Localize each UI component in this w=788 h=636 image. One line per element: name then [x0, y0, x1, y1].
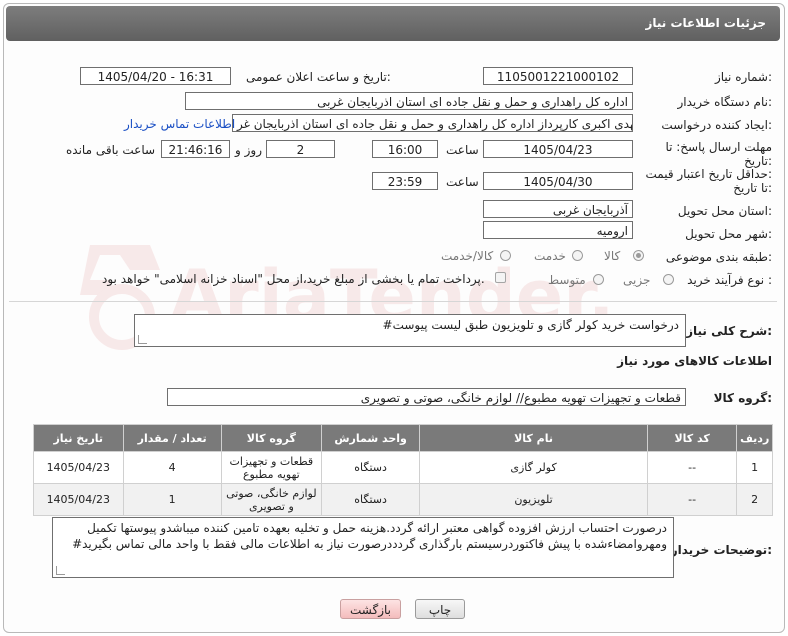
cell-name: تلویزیون [419, 483, 648, 516]
buyer-org-field: اداره کل راهداری و حمل و نقل جاده ای است… [185, 92, 633, 110]
price-deadline-label: حداقل تاریخ اعتبار قیمت: [645, 167, 772, 181]
table-row: 1405/04/23 4 قطعات و تجهیزات تهویه مطبوع… [33, 451, 773, 484]
reply-time-label: ساعت [446, 143, 479, 157]
col-name: نام کالا [419, 424, 648, 452]
requester-label: ایجاد کننده درخواست: [661, 118, 772, 132]
category-option-both: کالا/خدمت [441, 249, 494, 263]
cell-index: 1 [736, 451, 773, 484]
price-date-field: 1405/04/30 [483, 172, 633, 190]
remaining-time-field: 21:46:16 [161, 140, 230, 158]
buyer-notes-label: توضیحات خریدار: [670, 543, 772, 557]
col-index: ردیف [736, 424, 773, 452]
description-text: درخواست خرید کولر گازی و تلویزیون طبق لی… [382, 318, 679, 332]
category-option-goods: کالا [604, 249, 621, 263]
treasury-payment-note: پرداخت تمام یا بخشی از مبلغ خرید،از محل … [102, 272, 485, 286]
print-button[interactable]: چاپ [415, 599, 465, 619]
cell-qty: 4 [122, 451, 222, 484]
cell-group: قطعات و تجهیزات تهویه مطبوع [220, 451, 323, 484]
buyer-contact-link[interactable]: اطلاعات تماس خریدار [124, 117, 235, 131]
table-row: 1405/04/23 1 لوازم خانگی، صوتی و تصویری … [33, 483, 773, 516]
col-group: گروه کالا [220, 424, 323, 452]
delivery-city-label: شهر محل تحویل: [685, 227, 772, 241]
price-time-field: 23:59 [372, 172, 438, 190]
need-number-label: شماره نیاز: [714, 70, 772, 84]
price-time-label: ساعت [446, 175, 479, 189]
cell-date: 1405/04/23 [33, 483, 124, 516]
announce-datetime-label: تاریخ و ساعت اعلان عمومی: [246, 70, 391, 84]
treasury-payment-checkbox[interactable] [495, 272, 506, 283]
remaining-time-label: ساعت باقی مانده [66, 143, 156, 157]
reply-days-label: روز و [235, 143, 262, 157]
category-radio-both[interactable] [500, 250, 511, 261]
reply-deadline-label: مهلت ارسال پاسخ: تا [665, 140, 772, 154]
cell-name: کولر گازی [419, 451, 648, 484]
announce-datetime-field: 1405/04/20 - 16:31 [80, 67, 231, 85]
resize-grip-icon[interactable] [56, 566, 65, 575]
resize-grip-icon[interactable] [138, 335, 147, 344]
goods-group-field: قطعات و تجهیزات تهویه مطبوع// لوازم خانگ… [167, 388, 686, 406]
cell-code: -- [646, 483, 738, 516]
cell-index: 2 [736, 483, 773, 516]
reply-days-field: 2 [266, 140, 335, 158]
goods-group-label: گروه کالا: [713, 391, 772, 405]
cell-date: 1405/04/23 [33, 451, 124, 484]
cell-unit: دستگاه [321, 451, 421, 484]
col-unit: واحد شمارش [321, 424, 421, 452]
buyer-notes-text: درصورت احتساب ارزش افزوده گواهی معتبر ار… [72, 521, 667, 551]
purchase-type-label: نوع فرآیند خرید : [687, 273, 772, 287]
purchase-type-option-minor: جزیی [623, 273, 651, 287]
description-label: شرح کلی نیاز: [686, 324, 772, 338]
need-number-field: 1105001221000102 [483, 67, 633, 85]
delivery-city-field: ارومیه [483, 221, 633, 239]
cell-group: لوازم خانگی، صوتی و تصویری [220, 483, 323, 516]
buyer-org-label: نام دستگاه خریدار: [677, 95, 773, 109]
category-radio-service[interactable] [572, 250, 583, 261]
delivery-province-field: آذربایجان غربی [483, 200, 633, 218]
reply-time-field: 16:00 [372, 140, 438, 158]
col-date: تاریخ نیاز [33, 424, 124, 452]
description-textarea[interactable]: درخواست خرید کولر گازی و تلویزیون طبق لی… [134, 314, 686, 347]
category-radio-goods[interactable] [633, 250, 644, 261]
category-label: طبقه بندی موضوعی: [665, 250, 772, 264]
purchase-type-radio-minor[interactable] [663, 274, 674, 285]
delivery-province-label: استان محل تحویل: [677, 204, 772, 218]
page-header: جزئیات اطلاعات نیاز [6, 6, 780, 41]
col-qty: تعداد / مقدار [122, 424, 222, 452]
requester-field: مهدی اکبری کارپرداز اداره کل راهداری و ح… [232, 114, 633, 132]
cell-qty: 1 [122, 483, 222, 516]
goods-section-title: اطلاعات کالاهای مورد نیاز [617, 354, 772, 368]
category-option-service: خدمت [534, 249, 566, 263]
buyer-notes-textarea[interactable]: درصورت احتساب ارزش افزوده گواهی معتبر ار… [52, 517, 674, 578]
reply-date-field: 1405/04/23 [483, 140, 633, 158]
cell-unit: دستگاه [321, 483, 421, 516]
purchase-type-option-medium: متوسط [548, 273, 586, 287]
price-deadline-label-2: تا تاریخ: [733, 181, 772, 195]
page-title: جزئیات اطلاعات نیاز [645, 16, 766, 30]
purchase-type-radio-medium[interactable] [593, 274, 604, 285]
table-header-row: تاریخ نیاز تعداد / مقدار گروه کالا واحد … [33, 424, 773, 452]
separator [9, 301, 777, 302]
reply-deadline-label-2: تاریخ: [744, 154, 772, 168]
back-button[interactable]: بازگشت [340, 599, 401, 619]
cell-code: -- [646, 451, 738, 484]
col-code: کد کالا [646, 424, 738, 452]
goods-table: تاریخ نیاز تعداد / مقدار گروه کالا واحد … [33, 424, 773, 516]
